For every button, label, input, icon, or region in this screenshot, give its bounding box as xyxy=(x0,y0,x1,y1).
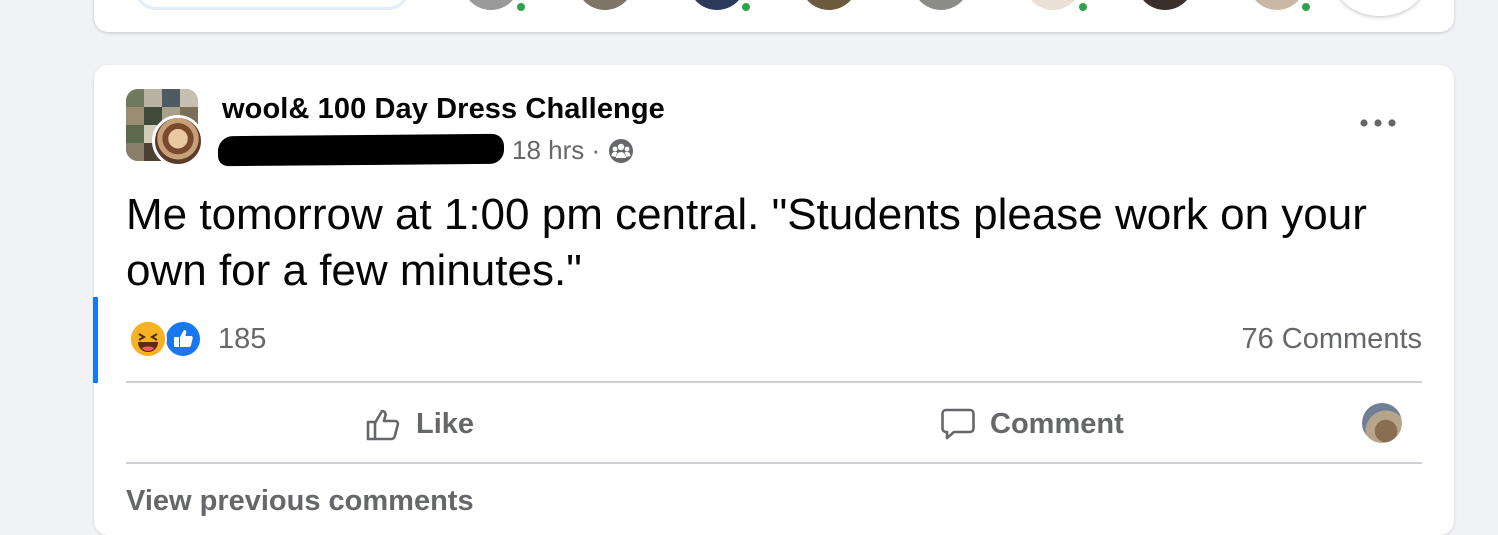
like-button-label: Like xyxy=(416,407,475,440)
focus-marker xyxy=(93,297,98,383)
online-indicator xyxy=(1076,0,1090,14)
comment-icon xyxy=(941,408,975,440)
like-reaction-icon[interactable] xyxy=(164,320,202,358)
online-indicator xyxy=(739,0,753,14)
group-name-link[interactable]: wool& 100 Day Dress Challenge xyxy=(222,93,665,126)
divider xyxy=(126,381,1422,383)
more-options-icon[interactable] xyxy=(1354,111,1402,135)
story-circle[interactable] xyxy=(1136,0,1194,10)
group-privacy-icon xyxy=(609,139,633,163)
redacted-author-name xyxy=(217,133,505,167)
comment-button-label: Comment xyxy=(990,407,1124,440)
story-circle[interactable] xyxy=(1024,0,1082,10)
comment-button[interactable]: Comment xyxy=(940,399,1124,449)
reaction-count[interactable]: 185 xyxy=(218,323,266,356)
comment-count-link[interactable]: 76 Comments xyxy=(1241,323,1422,356)
story-circle[interactable] xyxy=(688,0,746,10)
story-circle[interactable] xyxy=(576,0,634,10)
divider xyxy=(126,462,1422,464)
story-circle[interactable] xyxy=(462,0,520,10)
online-indicator xyxy=(514,0,528,14)
like-button[interactable]: Like xyxy=(364,399,474,449)
story-circle[interactable] xyxy=(912,0,970,10)
online-indicator xyxy=(1299,0,1313,14)
view-previous-comments-link[interactable]: View previous comments xyxy=(126,485,474,518)
stories-next-button[interactable] xyxy=(1336,0,1424,16)
thumbs-up-icon xyxy=(366,409,400,441)
story-circle[interactable] xyxy=(800,0,858,10)
haha-reaction-icon[interactable] xyxy=(129,320,167,358)
story-circle[interactable] xyxy=(1248,0,1306,10)
post-body-text: Me tomorrow at 1:00 pm central. "Student… xyxy=(126,190,1367,295)
stories-card xyxy=(94,0,1454,32)
current-user-avatar[interactable] xyxy=(1362,403,1402,443)
post-timestamp[interactable]: 18 hrs · xyxy=(512,135,600,166)
author-avatar[interactable] xyxy=(152,115,204,167)
create-story-button[interactable] xyxy=(134,0,410,10)
post-card: wool& 100 Day Dress Challenge 18 hrs · M… xyxy=(93,65,1454,535)
